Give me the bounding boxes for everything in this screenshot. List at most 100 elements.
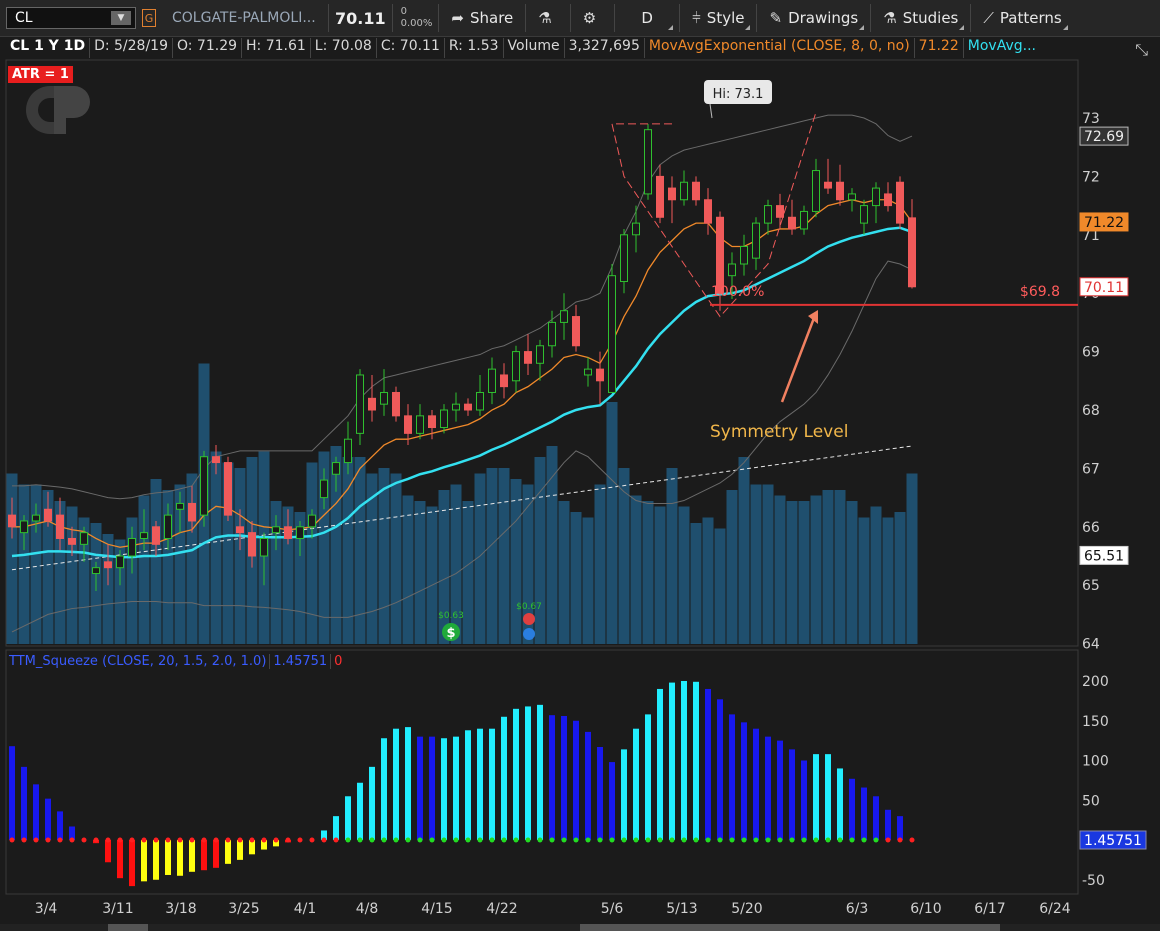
candle-body xyxy=(416,415,424,434)
squeeze-bar xyxy=(621,749,627,840)
chart-canvas: Hi: 73.1 100.0% $69.8 Symmetry Level $0.63 $ $… xyxy=(5,59,1147,917)
date-axis-tick: 3/4 xyxy=(35,901,58,917)
squeeze-dot xyxy=(189,837,195,843)
squeeze-dot xyxy=(537,837,543,843)
squeeze-dot xyxy=(273,837,279,843)
squeeze-dot xyxy=(909,837,915,843)
squeeze-axis-tick: 50 xyxy=(1082,793,1100,809)
squeeze-bar xyxy=(585,731,591,840)
price-axis-tick: 65 xyxy=(1082,578,1100,594)
squeeze-bar xyxy=(777,740,783,840)
candle-body xyxy=(56,514,64,539)
earnings-amount: $0.67 xyxy=(516,602,542,612)
squeeze-dot xyxy=(645,837,651,843)
candle-body xyxy=(284,526,292,539)
squeeze-bar xyxy=(525,706,531,840)
date-axis-tick: 4/8 xyxy=(356,901,379,917)
scrollbar-handle-left[interactable] xyxy=(108,924,148,931)
volume-bar xyxy=(678,506,690,644)
squeeze-dot xyxy=(441,837,447,843)
candle-body xyxy=(836,181,844,201)
squeeze-dot xyxy=(561,837,567,843)
candle-body xyxy=(44,508,52,522)
squeeze-dot xyxy=(705,837,711,843)
price-axis-tick: 67 xyxy=(1082,461,1100,477)
squeeze-bar xyxy=(681,681,687,840)
candle-body xyxy=(236,526,244,534)
date-axis-tick: 6/3 xyxy=(846,901,869,917)
squeeze-bar xyxy=(45,798,51,840)
candle-body xyxy=(8,514,16,528)
candle-body xyxy=(764,205,772,224)
candle-body xyxy=(464,403,472,411)
squeeze-dot xyxy=(81,837,87,843)
date-axis-tick: 4/22 xyxy=(486,901,517,917)
volume-bar xyxy=(714,528,726,644)
candle-body xyxy=(860,205,868,224)
date-axis-tick: 5/6 xyxy=(601,901,624,917)
candle-body xyxy=(728,263,736,277)
price-axis-tick: 68 xyxy=(1082,403,1100,419)
volume-bar xyxy=(378,468,390,644)
squeeze-dot xyxy=(225,837,231,843)
squeeze-bar xyxy=(105,840,111,863)
squeeze-dot xyxy=(417,837,423,843)
squeeze-axis-tick: 100 xyxy=(1082,754,1109,770)
volume-bar xyxy=(750,484,762,644)
squeeze-bar xyxy=(753,728,759,840)
squeeze-dot xyxy=(501,837,507,843)
candle-body xyxy=(536,345,544,364)
candle-body xyxy=(500,374,508,388)
squeeze-bar xyxy=(729,714,735,840)
volume-bar xyxy=(498,468,510,644)
squeeze-study-label[interactable]: TTM_Squeeze (CLOSE, 20, 1.5, 2.0, 1.0) 1… xyxy=(6,654,345,669)
candle-body xyxy=(356,374,364,434)
volume-bar xyxy=(834,490,846,644)
squeeze-dot xyxy=(117,837,123,843)
candle-body xyxy=(104,561,112,569)
squeeze-dot xyxy=(657,837,663,843)
squeeze-bar xyxy=(705,688,711,840)
squeeze-dot xyxy=(393,837,399,843)
squeeze-dot xyxy=(765,837,771,843)
symmetry-level-note: Symmetry Level xyxy=(710,422,848,442)
price-label: 71.22 xyxy=(1084,215,1124,231)
date-axis-tick: 4/15 xyxy=(421,901,452,917)
candle-body xyxy=(812,170,820,212)
scrollbar-thumb[interactable] xyxy=(580,924,1000,931)
squeeze-bar xyxy=(609,762,615,840)
volume-bar xyxy=(558,501,570,644)
candle-body xyxy=(680,181,688,201)
squeeze-dot xyxy=(129,837,135,843)
volume-bar xyxy=(150,479,162,644)
squeeze-bar xyxy=(429,736,435,840)
squeeze-bar xyxy=(57,811,63,840)
squeeze-dot xyxy=(165,837,171,843)
candle-body xyxy=(128,537,136,557)
squeeze-dot xyxy=(837,837,843,843)
squeeze-dot xyxy=(405,837,411,843)
squeeze-dot xyxy=(177,837,183,843)
volume-bar xyxy=(486,468,498,644)
squeeze-bar xyxy=(405,727,411,840)
squeeze-bar xyxy=(417,736,423,840)
squeeze-dot xyxy=(345,837,351,843)
volume-bar xyxy=(414,501,426,644)
squeeze-bar xyxy=(225,840,231,864)
candle-body xyxy=(116,555,124,569)
squeeze-dot xyxy=(849,837,855,843)
volume-bar xyxy=(594,484,606,644)
candle-body xyxy=(620,234,628,283)
candle-body xyxy=(692,181,700,201)
squeeze-bar xyxy=(345,796,351,840)
volume-bar xyxy=(654,506,666,644)
squeeze-dot xyxy=(729,837,735,843)
squeeze-value-label: 1.45751 xyxy=(1084,833,1142,849)
volume-bar xyxy=(402,495,414,644)
squeeze-dot xyxy=(261,837,267,843)
squeeze-dot xyxy=(741,837,747,843)
candle-body xyxy=(176,502,184,510)
candle-body xyxy=(20,520,28,534)
squeeze-dot xyxy=(93,837,99,843)
candle-body xyxy=(512,351,520,382)
